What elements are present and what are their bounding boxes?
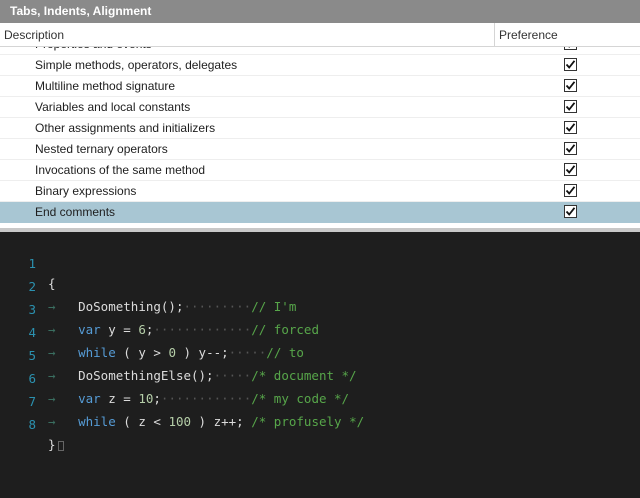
code-token: DoSomethingElse(); bbox=[78, 368, 214, 383]
options-panel: Tabs, Indents, Alignment Description Pre… bbox=[0, 0, 640, 232]
code-keyword: while bbox=[78, 345, 116, 360]
code-text: → while ( y > 0 ) y--;·····// to bbox=[48, 345, 304, 360]
option-label: End comments bbox=[35, 205, 116, 219]
tab-arrow-icon: → bbox=[48, 345, 79, 360]
preference-checkbox[interactable] bbox=[564, 79, 577, 92]
option-row[interactable]: Variables and local constants bbox=[0, 97, 640, 118]
tab-arrow-icon: → bbox=[48, 322, 79, 337]
code-line: 5 → DoSomethingElse();·····/* document *… bbox=[0, 326, 356, 383]
tab-arrow-icon: → bbox=[48, 391, 79, 406]
option-row[interactable]: Multiline method signature bbox=[0, 76, 640, 97]
preference-checkbox[interactable] bbox=[564, 58, 577, 71]
option-label: Properties and events bbox=[35, 47, 152, 55]
code-line: 2 → DoSomething();·········// I'm bbox=[0, 257, 296, 314]
code-comment: /* my code */ bbox=[251, 391, 350, 406]
options-list[interactable]: Properties and events Simple methods, ope… bbox=[0, 47, 640, 230]
end-of-file-marker-icon bbox=[57, 440, 64, 451]
option-row[interactable]: Properties and events bbox=[0, 47, 640, 55]
whitespace-dots: ····· bbox=[213, 368, 252, 383]
checkmark-icon bbox=[565, 186, 576, 195]
code-token: } bbox=[48, 437, 56, 452]
code-token: DoSomething(); bbox=[78, 299, 184, 314]
option-label: Invocations of the same method bbox=[35, 163, 206, 177]
checkmark-icon bbox=[565, 207, 576, 216]
checkmark-icon bbox=[568, 47, 570, 48]
preference-checkbox[interactable] bbox=[564, 100, 577, 113]
code-line: 4 → while ( y > 0 ) y--;·····// to bbox=[0, 303, 303, 360]
option-label: Other assignments and initializers bbox=[35, 121, 216, 135]
code-text: → while ( z < 100 ) z++; /* profusely */ bbox=[48, 414, 365, 429]
code-text: → var z = 10;············/* my code */ bbox=[48, 391, 350, 406]
code-text: } bbox=[48, 435, 64, 455]
preference-checkbox[interactable] bbox=[564, 184, 577, 197]
code-text: → DoSomethingElse();·····/* document */ bbox=[48, 366, 357, 386]
checkmark-icon bbox=[565, 123, 576, 132]
code-text: → var y = 6;·············// forced bbox=[48, 322, 319, 337]
option-label: Nested ternary operators bbox=[35, 142, 168, 156]
code-number: 10 bbox=[138, 391, 154, 406]
checkmark-icon bbox=[565, 60, 576, 69]
code-comment: // to bbox=[266, 345, 304, 360]
option-label: Variables and local constants bbox=[35, 100, 191, 114]
code-comment: /* document */ bbox=[251, 368, 357, 383]
panel-title: Tabs, Indents, Alignment bbox=[0, 0, 640, 23]
code-preview: 1 { 2 → DoSomething();·········// I'm 3 … bbox=[0, 232, 640, 498]
option-row[interactable]: End comments bbox=[0, 202, 640, 223]
code-number: 6 bbox=[138, 322, 146, 337]
code-keyword: var bbox=[78, 322, 101, 337]
option-label: Multiline method signature bbox=[35, 79, 176, 93]
code-token: { bbox=[48, 276, 56, 291]
code-keyword: var bbox=[78, 391, 101, 406]
option-row[interactable]: Invocations of the same method bbox=[0, 160, 640, 181]
line-number: 8 bbox=[28, 417, 36, 432]
whitespace-dots: ········· bbox=[183, 299, 252, 314]
checkmark-icon bbox=[565, 144, 576, 153]
whitespace-dots: ············ bbox=[160, 391, 252, 406]
option-row[interactable]: Other assignments and initializers bbox=[0, 118, 640, 139]
preference-checkbox[interactable] bbox=[564, 205, 577, 218]
whitespace-dots: ····· bbox=[228, 345, 267, 360]
code-line: 3 → var y = 6;·············// forced bbox=[0, 280, 319, 337]
code-text: { bbox=[48, 274, 56, 294]
code-comment: // forced bbox=[251, 322, 319, 337]
code-number: 0 bbox=[168, 345, 176, 360]
option-row[interactable]: Binary expressions bbox=[0, 181, 640, 202]
tab-arrow-icon: → bbox=[48, 299, 79, 314]
option-row[interactable]: Simple methods, operators, delegates bbox=[0, 55, 640, 76]
option-label: Binary expressions bbox=[35, 184, 137, 198]
code-keyword: while bbox=[78, 414, 116, 429]
tab-arrow-icon: → bbox=[48, 414, 79, 429]
column-header: Description Preference bbox=[0, 23, 640, 47]
checkmark-icon bbox=[565, 102, 576, 111]
code-text: → DoSomething();·········// I'm bbox=[48, 297, 296, 317]
tab-arrow-icon: → bbox=[48, 368, 79, 383]
code-number: 100 bbox=[168, 414, 192, 429]
option-label: Simple methods, operators, delegates bbox=[35, 58, 238, 72]
code-comment: // I'm bbox=[251, 299, 297, 314]
column-divider[interactable] bbox=[494, 23, 495, 47]
code-line: 6 → var z = 10;············/* my code */ bbox=[0, 349, 349, 406]
preference-checkbox[interactable] bbox=[564, 163, 577, 176]
code-line: 7 → while ( z < 100 ) z++; /* profusely … bbox=[0, 372, 364, 429]
code-comment: /* profusely */ bbox=[251, 414, 365, 429]
preference-checkbox[interactable] bbox=[564, 47, 577, 50]
code-line: 8 } bbox=[0, 395, 64, 452]
checkmark-icon bbox=[565, 81, 576, 90]
preference-checkbox[interactable] bbox=[564, 142, 577, 155]
preference-checkbox[interactable] bbox=[564, 121, 577, 134]
option-row[interactable]: Nested ternary operators bbox=[0, 139, 640, 160]
code-line: 1 { bbox=[0, 234, 55, 291]
column-header-preference[interactable]: Preference bbox=[499, 23, 558, 47]
column-header-description[interactable]: Description bbox=[4, 23, 64, 47]
whitespace-dots: ············· bbox=[153, 322, 252, 337]
checkmark-icon bbox=[565, 165, 576, 174]
